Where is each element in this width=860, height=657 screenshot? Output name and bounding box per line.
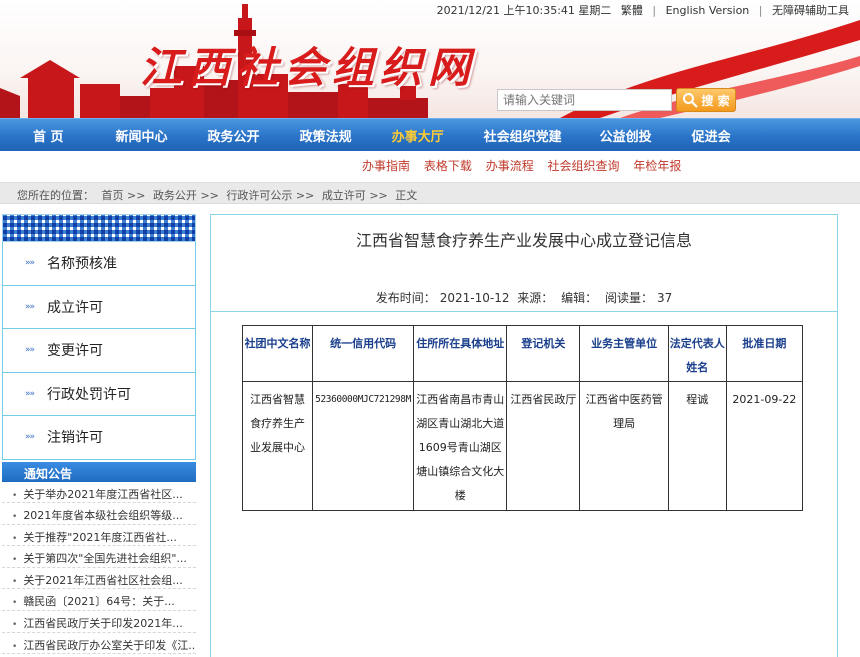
- nav-item-policies[interactable]: 政策法规: [300, 126, 352, 145]
- article-panel: 江西省智慧食疗养生产业发展中心成立登记信息 发布时间： 2021-10-12 来源…: [210, 214, 838, 657]
- search-input[interactable]: [497, 89, 672, 111]
- magnifier-icon: [683, 93, 699, 108]
- notice-heading: 通知公告: [2, 461, 196, 482]
- site-header: 2021/12/21 上午10:35:41 星期二 繁體 | English V…: [0, 0, 860, 118]
- cell-approval-date: 2021-09-22: [725, 381, 804, 511]
- cell-address: 江西省南昌市青山湖区青山湖北大道1609号青山湖区塘山镇综合文化大楼: [413, 381, 508, 511]
- column-header: 批准日期: [725, 325, 804, 382]
- main-nav: 首 页 新闻中心 政务公开 政策法规 办事大厅 社会组织党建 公益创投 促进会: [0, 118, 860, 151]
- double-arrow-icon: »»: [25, 388, 35, 399]
- nav-item-news[interactable]: 新闻中心: [116, 126, 168, 145]
- top-utility-bar: 2021/12/21 上午10:35:41 星期二 繁體 | English V…: [436, 4, 849, 17]
- sidebar-item-change[interactable]: »» 变更许可: [2, 329, 196, 373]
- breadcrumb-item-establishment[interactable]: 成立许可: [322, 189, 366, 202]
- nav-item-association[interactable]: 促进会: [692, 126, 731, 145]
- table-row: 江西省智慧食疗养生产业发展中心 52360000MJC721298M 江西省南昌…: [241, 381, 804, 511]
- double-arrow-icon: »»: [25, 345, 35, 356]
- breadcrumb-prefix: 您所在的位置：: [17, 189, 94, 202]
- cell-registration-authority: 江西省民政厅: [506, 381, 581, 511]
- nav-item-public-welfare[interactable]: 公益创投: [600, 126, 652, 145]
- traditional-chinese-link[interactable]: 繁體: [621, 4, 643, 17]
- subnav-item-process[interactable]: 办事流程: [486, 159, 534, 173]
- breadcrumb-item-current: 正文: [395, 189, 418, 202]
- nav-item-party-building[interactable]: 社会组织党建: [484, 126, 562, 145]
- breadcrumb-item-admin-license[interactable]: 行政许可公示: [226, 189, 292, 202]
- list-item[interactable]: • 关于第四次"全国先进社会组织"...: [2, 546, 196, 568]
- list-item[interactable]: • 2021年度省本级社会组织等级...: [2, 503, 196, 525]
- sub-nav: 办事指南 表格下载 办事流程 社会组织查询 年检年报: [362, 157, 691, 174]
- double-arrow-icon: »»: [25, 258, 35, 269]
- breadcrumb: 您所在的位置： 首页 >> 政务公开 >> 行政许可公示 >> 成立许可 >> …: [0, 182, 860, 204]
- english-version-link[interactable]: English Version: [666, 4, 750, 17]
- divider: [211, 311, 837, 312]
- column-header: 统一信用代码: [312, 325, 415, 382]
- subnav-item-org-query[interactable]: 社会组织查询: [548, 159, 620, 173]
- cell-org-name: 江西省智慧食疗养生产业发展中心: [241, 381, 314, 511]
- column-header: 社团中文名称: [241, 325, 314, 382]
- list-item[interactable]: • 关于2021年江西省社区社会组...: [2, 568, 196, 590]
- site-title: 江西社会组织网: [140, 43, 477, 92]
- cell-supervising-unit: 江西省中医药管理局: [579, 381, 669, 511]
- sidebar: »» 名称预核准 »» 成立许可 »» 变更许可 »» 行政处罚许可 »» 注销…: [2, 214, 196, 655]
- article-title: 江西省智慧食疗养生产业发展中心成立登记信息: [355, 231, 692, 250]
- column-header: 法定代表人姓名: [667, 325, 727, 382]
- column-header: 业务主管单位: [579, 325, 669, 382]
- list-item[interactable]: • 赣民函〔2021〕64号：关于...: [2, 589, 196, 612]
- subnav-item-annual-report[interactable]: 年检年报: [633, 159, 681, 173]
- cell-credit-code: 52360000MJC721298M: [312, 381, 415, 511]
- list-item[interactable]: • 江西省民政厅办公室关于印发《江...: [2, 633, 196, 655]
- datetime-text: 2021/12/21 上午10:35:41 星期二: [436, 4, 612, 17]
- sidebar-item-establishment[interactable]: »» 成立许可: [2, 285, 196, 329]
- notice-list: • 关于举办2021年度江西省社区... • 2021年度省本级社会组织等级... …: [2, 482, 196, 655]
- column-header: 登记机关: [506, 325, 581, 382]
- list-item[interactable]: • 关于推荐"2021年度江西省社...: [2, 525, 196, 547]
- column-header: 住所所在具体地址: [413, 325, 508, 382]
- breadcrumb-item-home[interactable]: 首页: [102, 189, 124, 202]
- nav-item-government-affairs[interactable]: 政务公开: [208, 126, 260, 145]
- breadcrumb-item-gov-affairs[interactable]: 政务公开: [153, 189, 197, 202]
- accessibility-tools-link[interactable]: 无障碍辅助工具: [772, 4, 849, 17]
- double-arrow-icon: »»: [25, 301, 35, 312]
- sidebar-item-cancellation[interactable]: »» 注销许可: [2, 416, 196, 460]
- article-meta: 发布时间： 2021-10-12 来源： 编辑： 阅读量： 37: [375, 291, 673, 305]
- sidebar-banner: [2, 214, 196, 242]
- table-header-row: 社团中文名称 统一信用代码 住所所在具体地址 登记机关 业务主管单位 法定代表人…: [241, 325, 804, 382]
- list-item[interactable]: • 江西省民政厅关于印发2021年...: [2, 611, 196, 633]
- nav-item-home[interactable]: 首 页: [33, 126, 64, 145]
- subnav-item-guide[interactable]: 办事指南: [362, 159, 410, 173]
- sidebar-item-penalty[interactable]: »» 行政处罚许可: [2, 372, 196, 416]
- sidebar-item-name-preapproval[interactable]: »» 名称预核准: [2, 242, 196, 286]
- registration-table: 社团中文名称 统一信用代码 住所所在具体地址 登记机关 业务主管单位 法定代表人…: [241, 325, 804, 511]
- publish-date: 2021-10-12: [439, 291, 510, 305]
- subnav-item-forms[interactable]: 表格下载: [424, 159, 472, 173]
- view-count: 37: [657, 291, 673, 305]
- double-arrow-icon: »»: [25, 432, 35, 443]
- cell-legal-representative: 程诚: [667, 381, 727, 511]
- nav-item-service-hall[interactable]: 办事大厅: [392, 126, 444, 145]
- search-button[interactable]: 搜 索: [676, 88, 736, 112]
- search-button-label: 搜 索: [701, 93, 730, 108]
- list-item[interactable]: • 关于举办2021年度江西省社区...: [2, 482, 196, 504]
